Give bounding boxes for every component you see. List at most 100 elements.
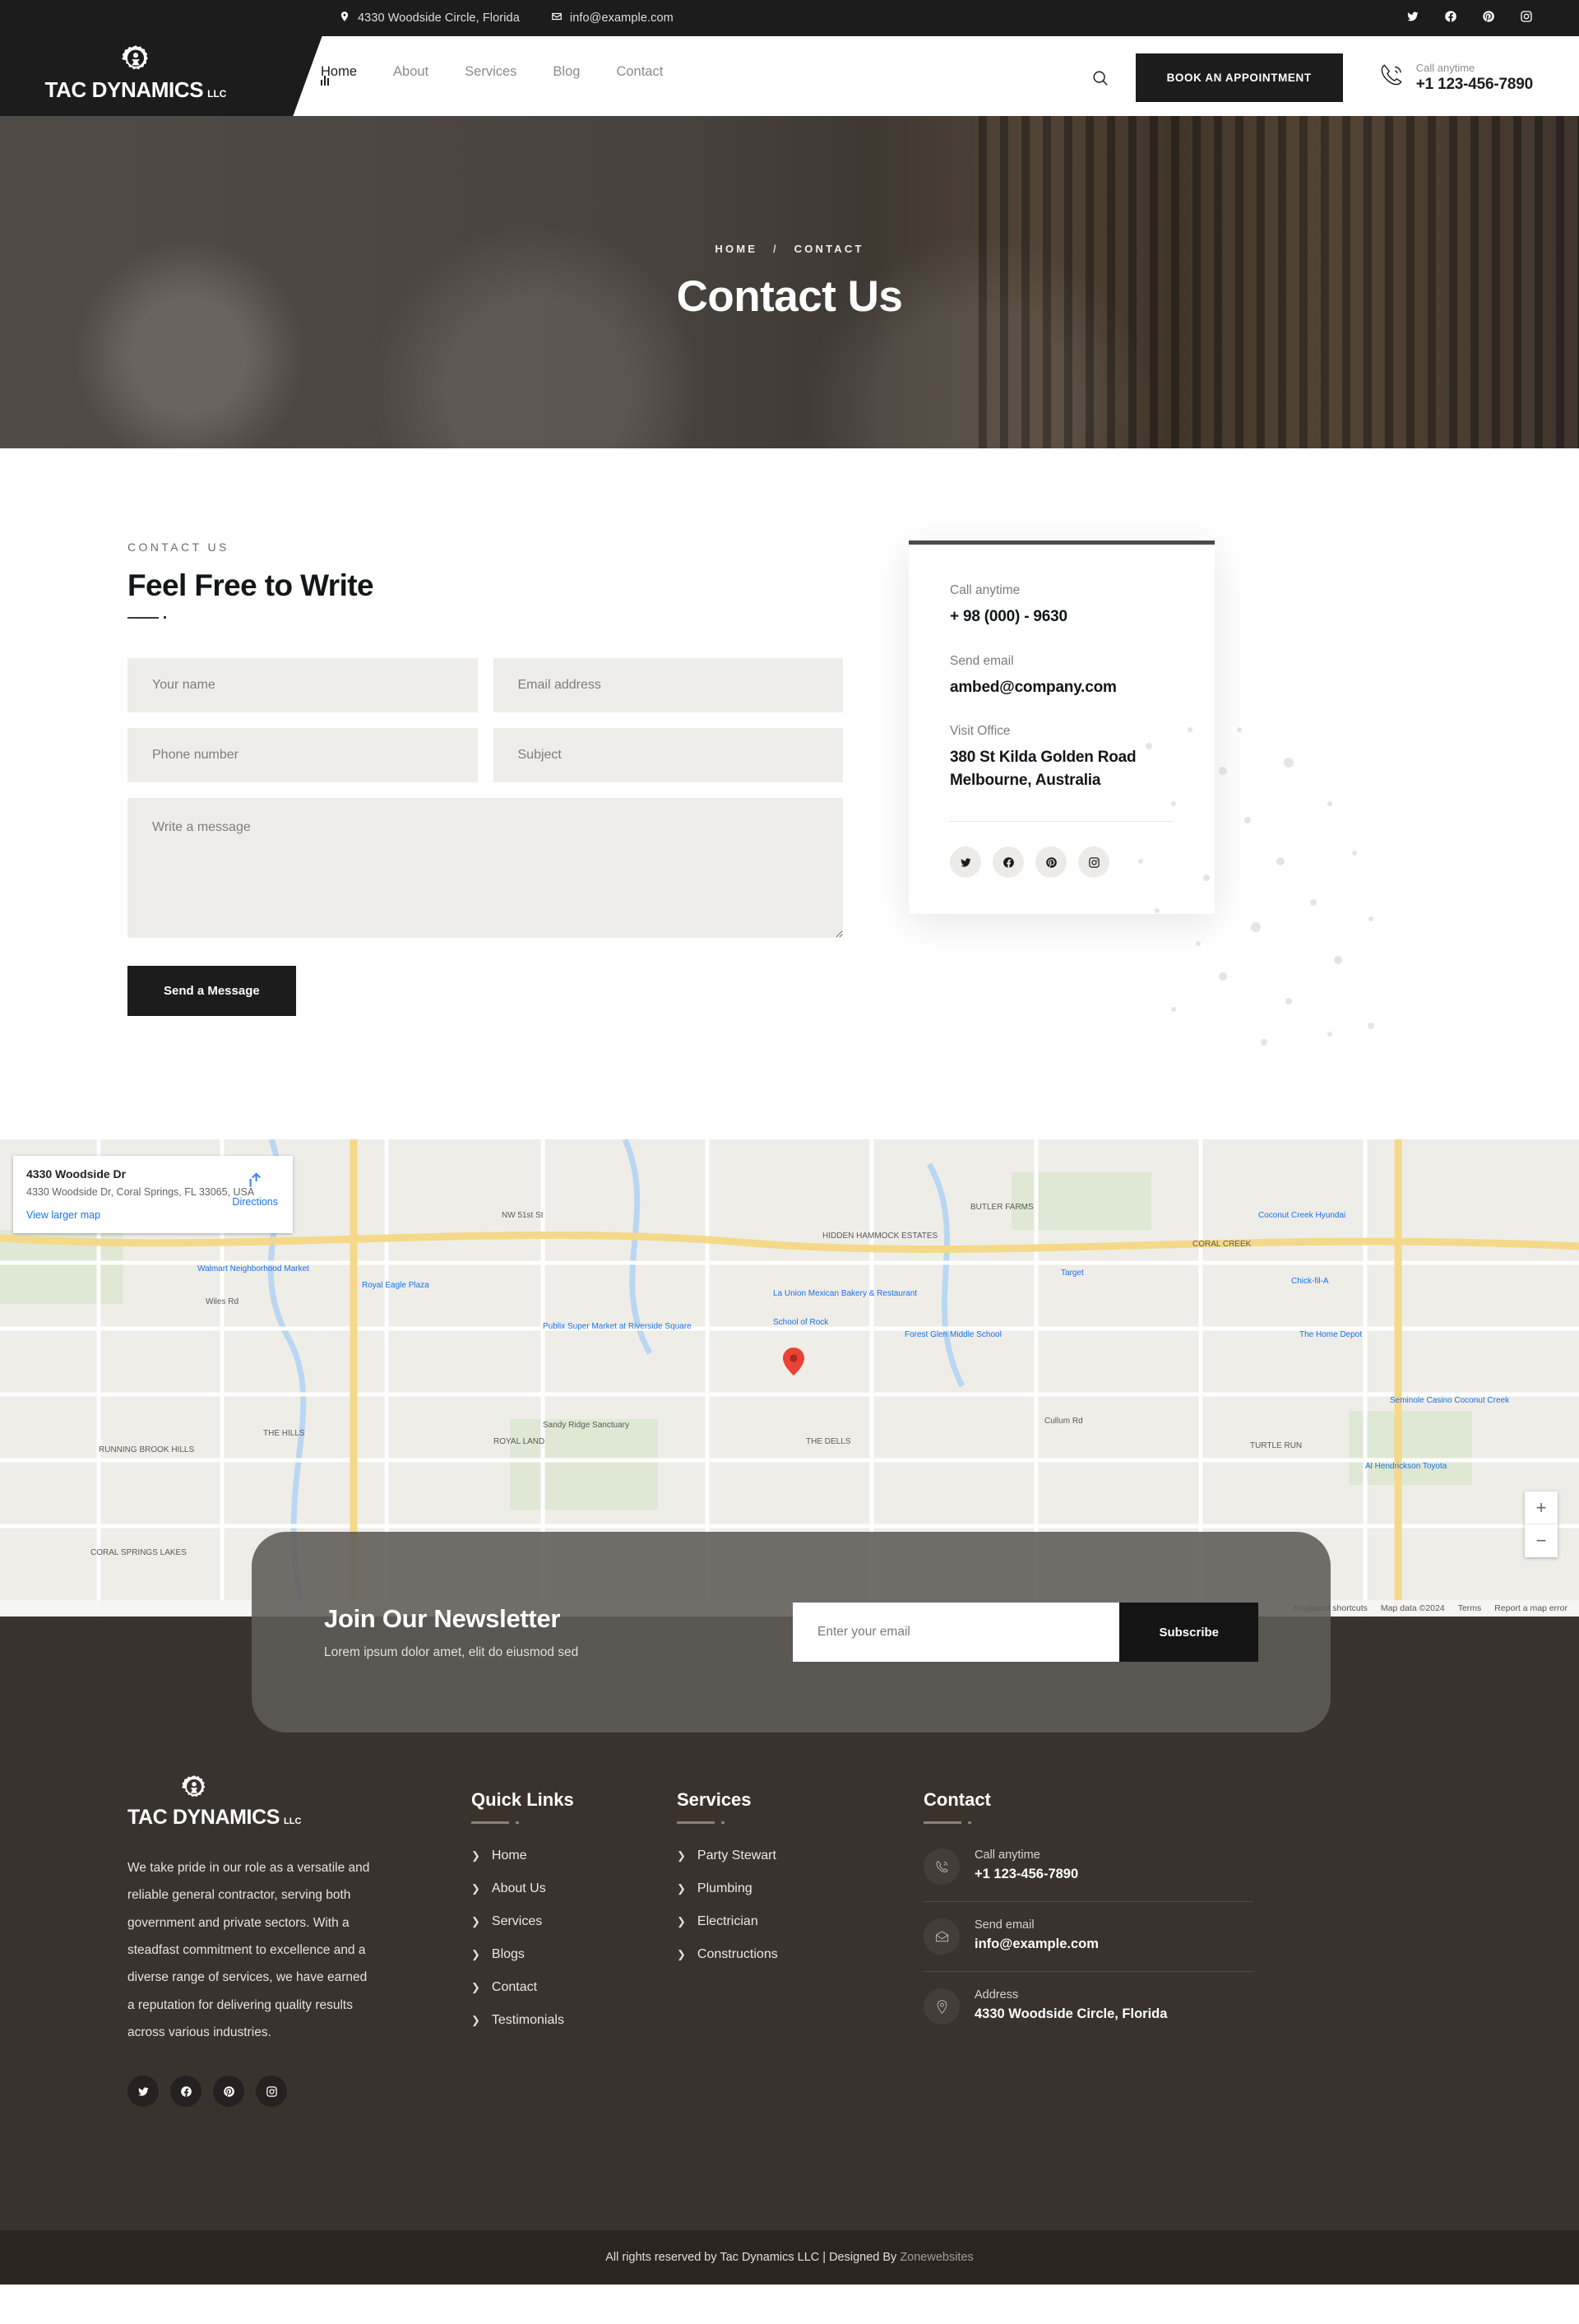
report-map-error-link[interactable]: Report a map error (1494, 1603, 1567, 1613)
subject-input[interactable] (493, 728, 843, 782)
footer-contact-address[interactable]: Address 4330 Woodside Circle, Florida (924, 1971, 1253, 2041)
footer-email-value: info@example.com (975, 1937, 1099, 1951)
info-call-label: Call anytime (950, 583, 1021, 597)
info-email-value[interactable]: ambed@company.com (950, 676, 1174, 699)
phone-input[interactable] (127, 728, 478, 782)
nav-item-blog[interactable]: Blog (553, 64, 580, 80)
footer-service-electrician[interactable]: ❯ Electrician (677, 1914, 924, 1929)
footer-link-label: Contact (491, 1980, 538, 1994)
send-message-button[interactable]: Send a Message (127, 966, 296, 1016)
footer-service-party-stewart[interactable]: ❯ Party Stewart (677, 1849, 924, 1863)
chevron-right-icon: ❯ (471, 2014, 480, 2026)
topbar-address-text: 4330 Woodside Circle, Florida (358, 12, 520, 25)
info-call-value[interactable]: + 98 (000) - 9630 (950, 605, 1174, 629)
info-office: Visit Office 380 St Kilda Golden Road Me… (950, 724, 1174, 791)
topbar-email-text: info@example.com (569, 12, 674, 25)
footer-contact-email[interactable]: Send email info@example.com (924, 1901, 1253, 1971)
facebook-icon[interactable] (993, 847, 1024, 879)
footer-link-testimonials[interactable]: ❯ Testimonials (471, 2013, 677, 2028)
book-appointment-button[interactable]: BOOK AN APPOINTMENT (1135, 53, 1343, 102)
footer-phone-value: +1 123-456-7890 (975, 1867, 1079, 1881)
breadcrumb-current: CONTACT (794, 243, 864, 255)
map-terms-link[interactable]: Terms (1458, 1603, 1482, 1613)
twitter-icon[interactable] (127, 2076, 159, 2108)
footer-address-value: 4330 Woodside Circle, Florida (975, 2006, 1168, 2021)
footer-contact-phone[interactable]: Call anytime +1 123-456-7890 (924, 1849, 1253, 1901)
svg-text:THE HILLS: THE HILLS (263, 1429, 305, 1438)
info-office-line2: Melbourne, Australia (950, 771, 1101, 789)
logo-suffix: LLC (207, 88, 227, 100)
footer-link-home[interactable]: ❯ Home (471, 1849, 677, 1863)
nav-item-contact[interactable]: Contact (616, 64, 663, 80)
footer-link-label: Electrician (697, 1914, 758, 1928)
hero-content: HOME / CONTACT Contact Us (677, 243, 903, 322)
topbar-email[interactable]: info@example.com (551, 10, 674, 26)
topbar-address[interactable]: 4330 Woodside Circle, Florida (339, 10, 520, 26)
phone-icon (924, 1849, 960, 1885)
chevron-right-icon: ❯ (677, 1948, 686, 1960)
footer-link-contact[interactable]: ❯ Contact (471, 1980, 677, 1995)
map-location-pin[interactable] (783, 1348, 804, 1375)
quick-links-underline (471, 1821, 677, 1824)
footer-social-links (127, 2076, 432, 2108)
newsletter-email-input[interactable] (793, 1603, 1120, 1662)
twitter-icon[interactable] (1406, 10, 1419, 27)
footer-logo[interactable]: TAC DYNAMICS LLC (127, 1774, 432, 1830)
pinterest-icon[interactable] (1035, 847, 1067, 879)
facebook-icon[interactable] (1444, 10, 1457, 27)
mail-icon (551, 10, 563, 26)
footer-services: Services ❯ Party Stewart ❯ Plumbing ❯ Elect… (677, 1774, 924, 2107)
facebook-icon[interactable] (170, 2076, 201, 2108)
subscribe-button[interactable]: Subscribe (1119, 1603, 1258, 1662)
email-input[interactable] (493, 658, 843, 712)
nav-item-services[interactable]: Services (465, 64, 516, 80)
footer-service-plumbing[interactable]: ❯ Plumbing (677, 1881, 924, 1896)
nav-item-about[interactable]: About (393, 64, 428, 80)
breadcrumb-home[interactable]: HOME (715, 243, 757, 255)
svg-text:Sandy Ridge Sanctuary: Sandy Ridge Sanctuary (543, 1421, 629, 1430)
header-phone-label: Call anytime (1415, 62, 1475, 74)
zoom-in-button[interactable]: + (1525, 1491, 1558, 1524)
footer-link-label: Party Stewart (697, 1849, 776, 1862)
footer-link-services[interactable]: ❯ Services (471, 1914, 677, 1929)
map-zoom-controls: + − (1525, 1491, 1558, 1557)
info-divider (950, 821, 1174, 823)
instagram-icon[interactable] (256, 2076, 287, 2108)
twitter-icon[interactable] (950, 847, 981, 879)
designer-link[interactable]: Zonewebsites (900, 2251, 973, 2264)
pinterest-icon[interactable] (1482, 10, 1495, 27)
svg-text:Chick-fil-A: Chick-fil-A (1291, 1277, 1329, 1286)
pinterest-icon[interactable] (213, 2076, 244, 2108)
name-input[interactable] (127, 658, 478, 712)
directions-button[interactable]: Directions (232, 1169, 278, 1208)
contact-form-column: CONTACT US Feel Free to Write Send a Mes… (127, 540, 843, 1016)
instagram-icon[interactable] (1078, 847, 1109, 879)
section-eyebrow: CONTACT US (127, 540, 229, 554)
search-button[interactable] (1081, 59, 1119, 97)
contact-info-column: Call anytime + 98 (000) - 9630 Send emai… (909, 540, 1374, 1046)
svg-text:BUTLER FARMS: BUTLER FARMS (970, 1203, 1034, 1212)
svg-text:CORAL SPRINGS LAKES: CORAL SPRINGS LAKES (90, 1548, 187, 1557)
page-root: 4330 Woodside Circle, Florida info@examp… (0, 0, 1579, 2285)
contact-heading: Contact (924, 1789, 991, 1810)
header-phone[interactable]: Call anytime +1 123-456-7890 (1378, 62, 1533, 94)
svg-text:La Union Mexican Bakery & Rest: La Union Mexican Bakery & Restaurant (773, 1289, 917, 1298)
instagram-icon[interactable] (1520, 10, 1533, 27)
services-heading: Services (677, 1789, 752, 1810)
footer-service-constructions[interactable]: ❯ Constructions (677, 1947, 924, 1962)
footer-link-blogs[interactable]: ❯ Blogs (471, 1947, 677, 1962)
svg-text:Cullum Rd: Cullum Rd (1044, 1417, 1083, 1426)
svg-text:ROYAL LAND: ROYAL LAND (493, 1437, 544, 1446)
chevron-right-icon: ❯ (471, 1981, 480, 1993)
newsletter-subtitle: Lorem ipsum dolor amet, elit do eiusmod … (324, 1645, 579, 1659)
footer-link-about[interactable]: ❯ About Us (471, 1881, 677, 1896)
chevron-right-icon: ❯ (471, 1849, 480, 1862)
zoom-out-button[interactable]: − (1525, 1524, 1558, 1557)
footer-logo-suffix: LLC (284, 1816, 302, 1826)
location-icon (924, 1988, 960, 2025)
message-textarea[interactable] (127, 798, 843, 938)
view-larger-map-link[interactable]: View larger map (26, 1209, 100, 1221)
page-title: Contact Us (676, 272, 903, 321)
logo[interactable]: TAC DYNAMICS LLC (0, 36, 271, 116)
topbar-social-links (1406, 10, 1533, 27)
